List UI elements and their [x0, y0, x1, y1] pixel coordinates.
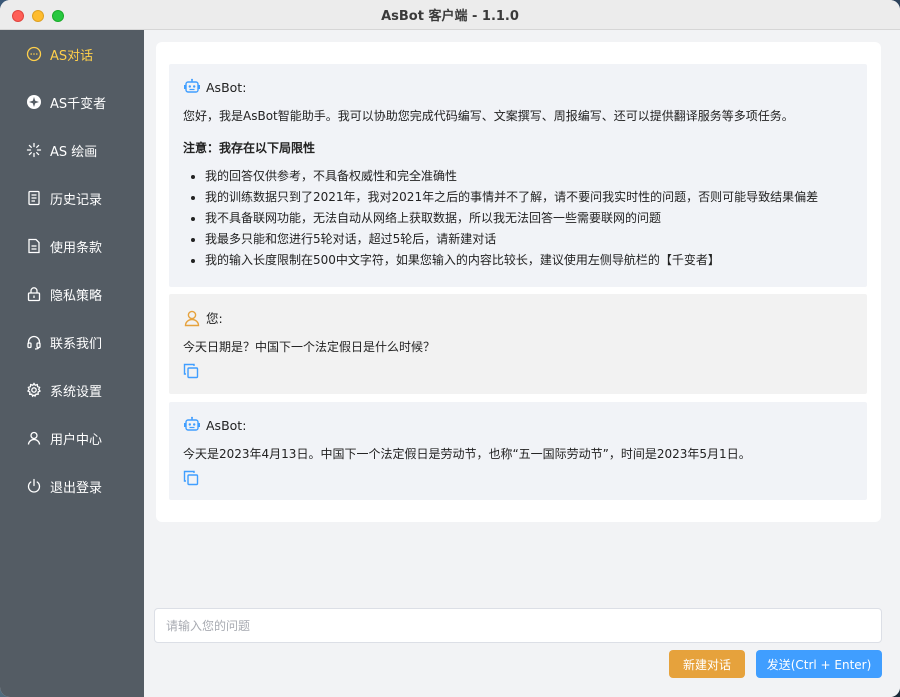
sidebar-item-user-center[interactable]: 用户中心 — [0, 414, 144, 462]
sidebar-item-label: AS 绘画 — [50, 144, 98, 160]
sidebar-item-label: 联系我们 — [50, 336, 103, 352]
list-item: 我不具备联网功能，无法自动从网络上获取数据，所以我无法回答一些需要联网的问题 — [205, 208, 853, 229]
message-sender: 您: — [206, 311, 223, 326]
sidebar-item-label: AS对话 — [50, 48, 94, 64]
sidebar-item-history[interactable]: 历史记录 — [0, 174, 144, 222]
sidebar-item-privacy[interactable]: 隐私策略 — [0, 270, 144, 318]
sidebar: AS对话 AS千变者 AS 绘画 历史记录 使用条款 隐私策略 联系我们 系统设… — [0, 30, 144, 697]
title-bar: AsBot 客户端 - 1.1.0 — [0, 0, 900, 30]
sidebar-item-logout[interactable]: 退出登录 — [0, 462, 144, 510]
chat-icon — [26, 46, 42, 62]
limitations-list: 我的回答仅供参考，不具备权威性和完全准确性 我的训练数据只到了2021年，我对2… — [183, 166, 853, 271]
minimize-window-button[interactable] — [32, 10, 44, 22]
user-icon — [26, 430, 42, 446]
power-icon — [26, 478, 42, 494]
sidebar-item-as-drawing[interactable]: AS 绘画 — [0, 126, 144, 174]
headset-icon — [26, 334, 42, 350]
message-header: AsBot: — [183, 78, 853, 96]
sidebar-item-label: 退出登录 — [50, 480, 103, 496]
bot-message: AsBot: 今天是2023年4月13日。中国下一个法定假日是劳动节，也称“五一… — [169, 402, 867, 500]
compass-icon — [26, 94, 42, 110]
sidebar-item-label: 使用条款 — [50, 240, 103, 256]
sidebar-item-contact[interactable]: 联系我们 — [0, 318, 144, 366]
sidebar-item-as-chat[interactable]: AS对话 — [0, 30, 144, 78]
app-window: AsBot 客户端 - 1.1.0 AS对话 AS千变者 AS 绘画 历史记录 — [0, 0, 900, 697]
user-avatar-icon — [184, 310, 200, 326]
gear-icon — [26, 382, 42, 398]
maximize-window-button[interactable] — [52, 10, 64, 22]
sidebar-item-label: 用户中心 — [50, 432, 103, 448]
list-item: 我最多只能和您进行5轮对话，超过5轮后，请新建对话 — [205, 229, 853, 250]
close-window-button[interactable] — [12, 10, 24, 22]
bot-intro-text: 您好，我是AsBot智能助手。我可以协助您完成代码编写、文案撰写、周报编写、还可… — [183, 109, 794, 123]
list-item: 我的输入长度限制在500中文字符，如果您输入的内容比较长，建议使用左侧导航栏的【… — [205, 250, 853, 271]
robot-icon — [184, 416, 200, 431]
window-controls — [12, 10, 64, 22]
copy-icon[interactable] — [183, 470, 199, 486]
bot-message: AsBot: 您好，我是AsBot智能助手。我可以协助您完成代码编写、文案撰写、… — [169, 64, 867, 287]
sidebar-item-label: 系统设置 — [50, 384, 103, 400]
user-message: 您: 今天日期是？中国下一个法定假日是什么时候？ — [169, 294, 867, 394]
message-sender: AsBot: — [206, 417, 247, 433]
limitations-title: 注意：我存在以下局限性 — [183, 141, 316, 155]
question-input[interactable] — [154, 608, 882, 643]
list-item: 我的训练数据只到了2021年，我对2021年之后的事情并不了解，请不要问我实时性… — [205, 187, 853, 208]
new-chat-button[interactable]: 新建对话 — [669, 650, 745, 678]
message-header: AsBot: — [183, 416, 853, 434]
sidebar-item-as-qianbianzhe[interactable]: AS千变者 — [0, 78, 144, 126]
user-message-text: 今天日期是？中国下一个法定假日是什么时候？ — [183, 340, 436, 354]
message-header: 您: — [183, 308, 853, 327]
sidebar-item-terms[interactable]: 使用条款 — [0, 222, 144, 270]
message-sender: AsBot: — [206, 79, 247, 95]
list-item: 我的回答仅供参考，不具备权威性和完全准确性 — [205, 166, 853, 187]
robot-icon — [184, 78, 200, 93]
window-title: AsBot 客户端 - 1.1.0 — [381, 9, 519, 24]
history-icon — [26, 190, 42, 206]
lock-icon — [26, 286, 42, 302]
document-icon — [26, 238, 42, 254]
sidebar-item-label: 历史记录 — [50, 192, 103, 208]
send-button[interactable]: 发送(Ctrl + Enter) — [756, 650, 882, 678]
sidebar-item-settings[interactable]: 系统设置 — [0, 366, 144, 414]
bot-reply-text: 今天是2023年4月13日。中国下一个法定假日是劳动节，也称“五一国际劳动节”，… — [183, 447, 751, 461]
main-panel: AsBot: 您好，我是AsBot智能助手。我可以协助您完成代码编写、文案撰写、… — [144, 30, 900, 697]
chat-history: AsBot: 您好，我是AsBot智能助手。我可以协助您完成代码编写、文案撰写、… — [156, 42, 881, 522]
sparkle-icon — [26, 142, 42, 158]
copy-icon[interactable] — [183, 363, 199, 379]
sidebar-item-label: 隐私策略 — [50, 288, 103, 304]
sidebar-item-label: AS千变者 — [50, 96, 107, 112]
